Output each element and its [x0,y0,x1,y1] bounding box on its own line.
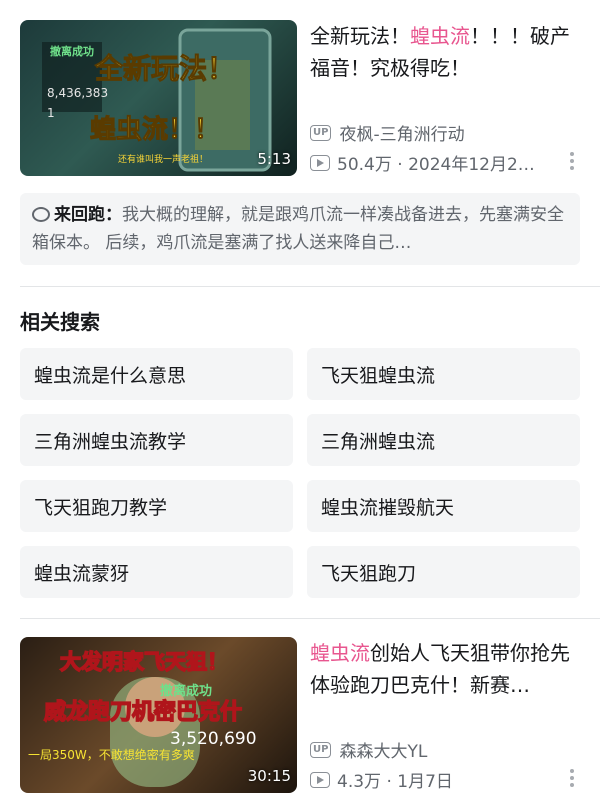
related-search-item[interactable]: 三角洲蝗虫流 [307,414,580,466]
video-card[interactable]: 大发明家飞天狙！ 撤离成功 威龙跑刀机密巴克什 3,520,690 一局350W… [20,637,580,793]
thumb-text: 威龙跑刀机密巴克什 [44,699,242,725]
video-meta: 4.3万 · 1月7日 [310,767,580,792]
comment-author: 来回跑： [54,205,122,225]
related-search-list: 蝗虫流是什么意思 飞天狙蝗虫流 三角洲蝗虫流教学 三角洲蝗虫流 飞天狙跑刀教学 … [20,348,580,598]
thumb-text: 还有谁叫我一声老祖！ [118,153,208,165]
play-count-icon [310,154,330,171]
title-keyword: 蝗虫流 [310,641,370,665]
video-thumbnail[interactable]: 大发明家飞天狙！ 撤离成功 威龙跑刀机密巴克什 3,520,690 一局350W… [20,637,297,793]
thumb-text: 3,520,690 [170,729,257,749]
related-search-item[interactable]: 飞天狙跑刀 [307,546,580,598]
thumb-text: 大发明家飞天狙！ [60,650,228,674]
related-search-item[interactable]: 三角洲蝗虫流教学 [20,414,293,466]
more-icon[interactable] [570,769,576,787]
divider [20,618,600,619]
uploader-name: 夜枫-三角洲行动 [339,125,465,145]
video-duration: 5:13 [257,150,291,168]
views-and-date: 50.4万 · 2024年12月2… [337,155,535,175]
video-title[interactable]: 蝗虫流创始人飞天狙带你抢先体验跑刀巴克什！新赛… [310,637,580,701]
uploader-name: 森森大大YL [339,742,428,762]
related-search-item[interactable]: 蝗虫流摧毁航天 [307,480,580,532]
thumb-text: 蝗虫流！！ [90,115,220,145]
thumb-text: 撤离成功 [50,44,94,58]
thumb-text: 全新玩法！ [94,52,235,85]
related-search-item[interactable]: 飞天狙蝗虫流 [307,348,580,400]
video-meta: 50.4万 · 2024年12月2… [310,150,580,175]
views-and-date: 4.3万 · 1月7日 [337,772,453,792]
uploader[interactable]: UP 森森大大YL [310,737,427,762]
video-card[interactable]: 撤离成功 8,436,383 1 全新玩法！ 蝗虫流！！ 还有谁叫我一声老祖！ … [20,20,580,176]
thumbnail-art: 撤离成功 8,436,383 1 全新玩法！ 蝗虫流！！ 还有谁叫我一声老祖！ [42,28,272,172]
thumb-text: 一局350W，不敢想绝密有多爽 [28,747,195,762]
video-title[interactable]: 全新玩法！蝗虫流！！！破产福音！究极得吃！ [310,20,580,84]
video-thumbnail[interactable]: 撤离成功 8,436,383 1 全新玩法！ 蝗虫流！！ 还有谁叫我一声老祖！ … [20,20,297,176]
related-search-item[interactable]: 蝗虫流是什么意思 [20,348,293,400]
up-badge: UP [310,741,332,758]
related-search-item[interactable]: 蝗虫流蒙犽 [20,546,293,598]
thumb-text: 撤离成功 [160,683,212,699]
title-keyword: 蝗虫流 [410,24,470,48]
play-count-icon [310,771,330,788]
comment-preview[interactable]: 来回跑：我大概的理解，就是跟鸡爪流一样凑战备进去，先塞满安全箱保本。 后续，鸡爪… [20,193,580,265]
video-duration: 30:15 [247,767,291,785]
uploader[interactable]: UP 夜枫-三角洲行动 [310,120,465,145]
thumb-text: 8,436,383 [47,86,108,100]
related-search-item[interactable]: 飞天狙跑刀教学 [20,480,293,532]
thumb-text: 1 [47,106,55,120]
more-icon[interactable] [570,152,576,170]
title-text: 全新玩法！ [310,24,410,48]
comment-icon [32,207,50,222]
related-search-title: 相关搜索 [20,310,100,334]
up-badge: UP [310,124,332,141]
divider [20,286,600,287]
